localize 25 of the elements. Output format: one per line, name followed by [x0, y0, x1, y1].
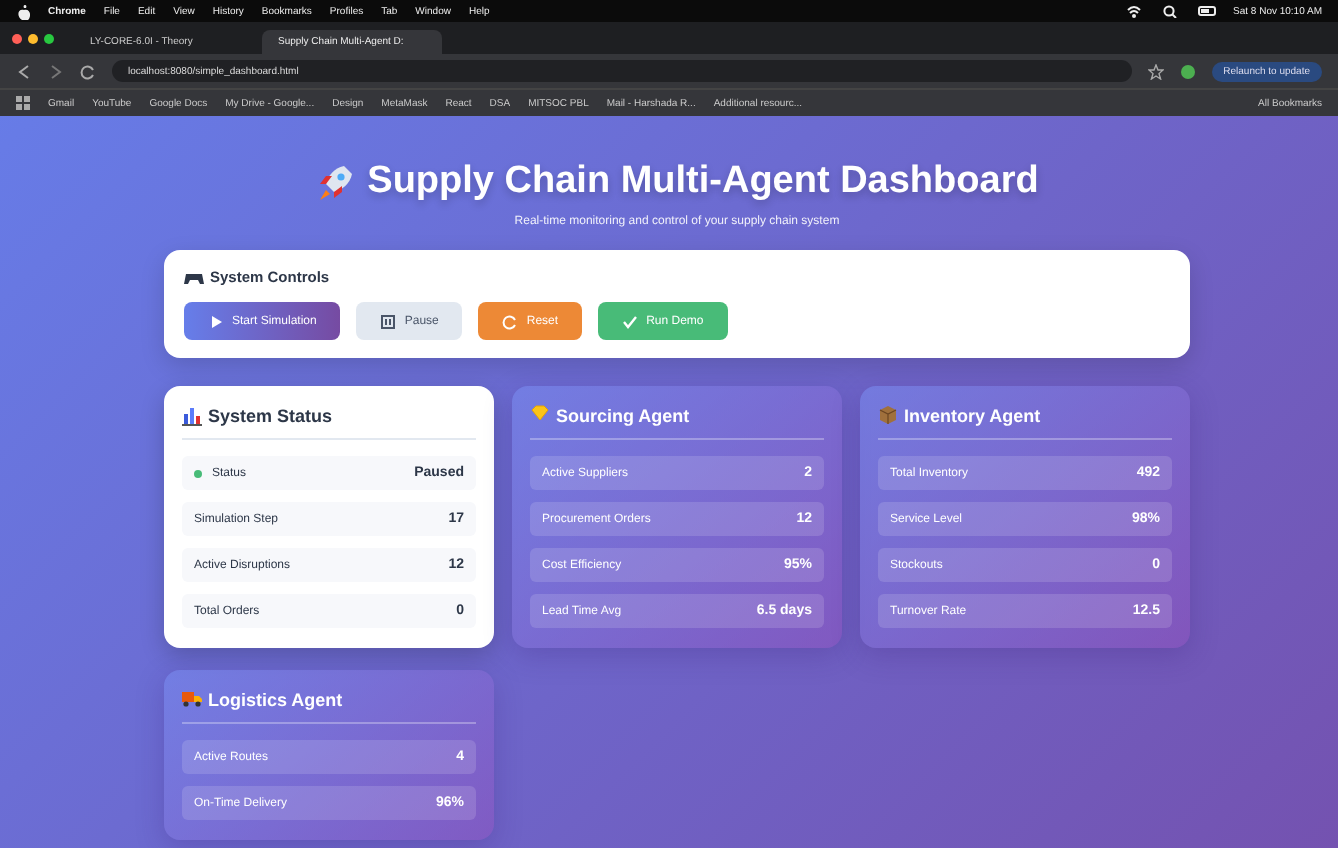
rocket-icon — [315, 162, 356, 202]
check-icon — [622, 313, 639, 329]
apps-icon — [16, 96, 30, 110]
play-icon — [208, 313, 224, 329]
box-icon — [878, 404, 898, 426]
page-title: Supply Chain Multi-Agent Dashboard — [367, 160, 1039, 204]
reload-icon — [80, 63, 96, 79]
battery-icon — [1197, 4, 1216, 18]
diamond-icon — [530, 404, 550, 426]
truck-icon — [182, 688, 202, 710]
search-icon — [1161, 4, 1180, 18]
gamepad-icon — [184, 268, 204, 286]
profile-avatar-icon — [1179, 63, 1196, 79]
card-title: System Status — [208, 405, 333, 425]
back-icon — [16, 63, 32, 79]
card-title: Logistics Agent — [208, 689, 343, 709]
reset-icon — [502, 313, 519, 329]
apple-icon — [16, 3, 30, 19]
pause-icon — [380, 313, 397, 329]
forward-icon — [48, 63, 64, 79]
card-title: Sourcing Agent — [556, 405, 690, 425]
wifi-icon — [1125, 4, 1144, 18]
star-icon — [1147, 63, 1164, 79]
bar-chart-icon — [182, 404, 202, 426]
card-title: Inventory Agent — [904, 405, 1041, 425]
